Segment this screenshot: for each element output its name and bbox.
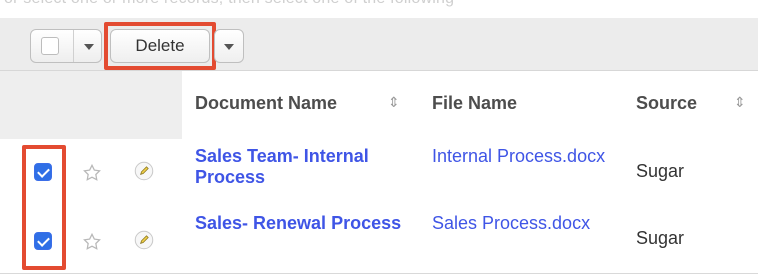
table-row: Sales Team- Internal Process Internal Pr… (0, 139, 758, 207)
sort-icon[interactable]: ⇕ (734, 94, 746, 110)
file-name-link[interactable]: Internal Process.docx (432, 146, 612, 167)
table-header-row: Document Name ⇕ File Name Source ⇕ (0, 71, 758, 140)
delete-actions-dropdown[interactable] (214, 29, 244, 63)
delete-button[interactable]: Delete (110, 29, 210, 63)
select-all-checkbox[interactable] (41, 37, 59, 55)
document-name-link[interactable]: Sales- Renewal Process (195, 213, 415, 234)
source-value: Sugar (636, 161, 685, 181)
pencil-icon[interactable] (134, 230, 154, 250)
source-value: Sugar (636, 228, 685, 248)
select-all-divider (73, 30, 74, 62)
selected-checkboxes-highlight (22, 145, 66, 270)
select-all-control[interactable] (30, 29, 102, 63)
column-header-document-name[interactable]: Document Name (195, 93, 337, 114)
star-icon[interactable] (82, 232, 102, 252)
table-row: Sales- Renewal Process Sales Process.doc… (0, 206, 758, 274)
column-header-file-name[interactable]: File Name (432, 93, 517, 114)
chevron-down-icon[interactable] (224, 44, 234, 50)
partial-instruction-text: or select one or more records, then sele… (4, 0, 454, 8)
top-instruction-strip: or select one or more records, then sele… (0, 0, 758, 19)
header-selection-column (0, 71, 182, 139)
sort-icon[interactable]: ⇕ (388, 94, 400, 110)
file-name-link[interactable]: Sales Process.docx (432, 213, 612, 234)
column-header-source[interactable]: Source (636, 93, 697, 114)
document-name-link[interactable]: Sales Team- Internal Process (195, 146, 415, 188)
pencil-icon[interactable] (134, 161, 154, 181)
star-icon[interactable] (82, 163, 102, 183)
chevron-down-icon[interactable] (84, 44, 94, 50)
